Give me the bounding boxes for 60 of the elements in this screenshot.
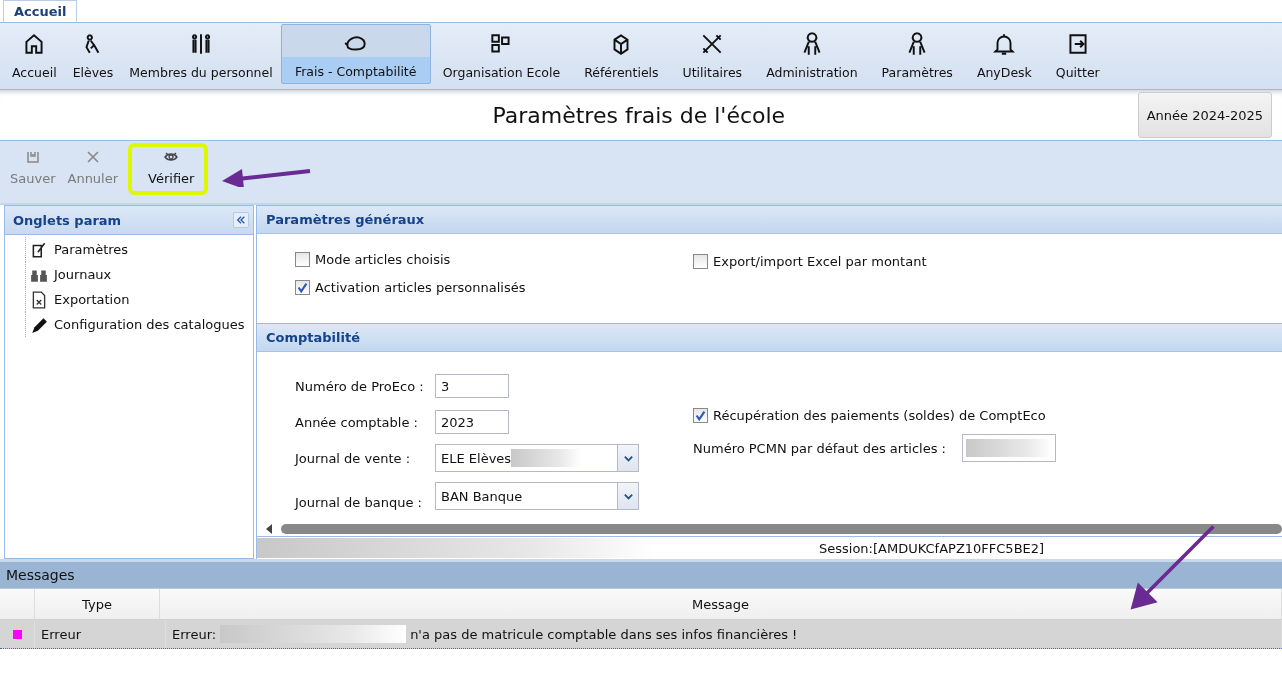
checkbox-label: Export/import Excel par montant bbox=[713, 253, 927, 269]
tree-item[interactable]: Paramètres bbox=[54, 242, 129, 257]
school-year-button[interactable]: Année 2024-2025 bbox=[1137, 92, 1272, 138]
input-field[interactable] bbox=[961, 434, 1056, 463]
tree-item-icon bbox=[30, 290, 48, 309]
toolbar-icon bbox=[84, 149, 101, 165]
field-label: Année comptable : bbox=[295, 415, 419, 430]
toolbar-icon bbox=[24, 149, 41, 165]
ribbon-button[interactable]: Paramètres bbox=[869, 24, 965, 84]
ribbon-button[interactable]: Frais - Comptabilité bbox=[280, 24, 431, 84]
column-header[interactable]: Message bbox=[160, 589, 1282, 619]
panel-title: Onglets param bbox=[13, 212, 122, 228]
table-row[interactable]: Erreur Erreur: n'a pas de matricule comptable dans ses infos financières ! bbox=[0, 620, 1282, 649]
checkbox[interactable] bbox=[693, 408, 708, 423]
ribbon-button[interactable]: Quitter bbox=[1043, 24, 1112, 84]
session-id: Session:[AMDUKCfAPZ10FFC5BE2] bbox=[819, 540, 1045, 556]
double-chevron-icon bbox=[236, 215, 246, 225]
collapse-button[interactable] bbox=[233, 212, 249, 228]
field-label: Journal de vente : bbox=[295, 451, 411, 466]
scroll-thumb[interactable] bbox=[281, 523, 1282, 534]
checkbox-label: Mode articles choisis bbox=[315, 251, 451, 267]
ribbon-button[interactable]: Référentiels bbox=[572, 24, 671, 84]
chevron-down-icon bbox=[622, 453, 634, 464]
ribbon-button[interactable]: Utilitaires bbox=[670, 24, 755, 84]
dropdown-field[interactable]: ELE Elèves bbox=[435, 444, 639, 473]
input-field[interactable]: 3 bbox=[435, 374, 509, 399]
field-label: Numéro PCMN par défaut des articles : bbox=[693, 441, 947, 456]
ribbon-button[interactable]: Accueil bbox=[4, 24, 65, 84]
tree-item[interactable]: Journaux bbox=[54, 267, 112, 282]
scroll-left-icon[interactable] bbox=[265, 523, 273, 534]
table-cell: Erreur bbox=[35, 620, 166, 648]
tree-item[interactable]: Exportation bbox=[54, 292, 130, 307]
input-field[interactable]: 2023 bbox=[435, 410, 509, 435]
ribbon-icon bbox=[991, 31, 1018, 57]
field-label: Journal de banque : bbox=[295, 495, 423, 511]
ribbon-button[interactable]: AnyDesk bbox=[964, 24, 1044, 84]
chevron-down-icon bbox=[622, 491, 634, 502]
section-header: Comptabilité bbox=[257, 323, 1282, 353]
checkbox-label: Activation articles personnalisés bbox=[315, 279, 526, 295]
table-cell: n'a pas de matricule comptable dans ses infos financières ! bbox=[410, 626, 798, 642]
ribbon-button[interactable]: Administration bbox=[754, 24, 870, 84]
app-tab[interactable]: Accueil bbox=[3, 0, 78, 22]
ribbon-button[interactable]: Elèves bbox=[64, 24, 122, 84]
panel-title: Messages bbox=[6, 567, 75, 583]
section-header: Paramètres généraux bbox=[257, 205, 1282, 234]
page-title: Paramètres frais de l'école bbox=[491, 102, 787, 128]
tree-item[interactable]: Configuration des catalogues bbox=[54, 317, 245, 332]
tree-item-icon bbox=[30, 240, 48, 259]
ribbon-button[interactable]: Membres du personnel bbox=[121, 24, 281, 84]
checkbox-label: Récupération des paiements (soldes) de ComptEco bbox=[713, 408, 1046, 423]
column-header[interactable]: Type bbox=[35, 589, 160, 619]
checkbox[interactable] bbox=[295, 251, 310, 267]
table-cell: Erreur: bbox=[172, 626, 217, 642]
tree-item-icon bbox=[30, 315, 48, 334]
checkbox[interactable] bbox=[295, 279, 310, 295]
field-label: Numéro de ProEco : bbox=[295, 379, 425, 394]
ribbon-button[interactable]: Organisation Ecole bbox=[430, 24, 573, 84]
dropdown-field[interactable]: BAN Banque bbox=[435, 482, 639, 511]
toolbar-button[interactable]: Vérifier bbox=[142, 147, 201, 188]
checkbox[interactable] bbox=[693, 253, 708, 269]
